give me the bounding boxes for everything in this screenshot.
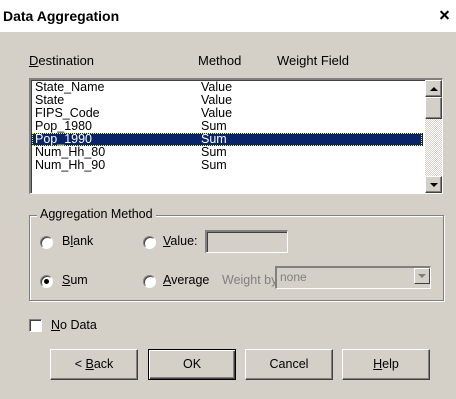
weight-field-header: Weight Field <box>277 53 350 68</box>
scroll-down-button[interactable] <box>425 176 442 193</box>
weight-by-dropdown-button[interactable] <box>414 268 430 284</box>
blank-radio[interactable] <box>40 236 53 249</box>
average-label[interactable]: Average <box>163 273 209 287</box>
ok-button[interactable]: OK <box>148 349 236 380</box>
aggregation-method-label: Aggregation Method <box>37 207 156 221</box>
list-item[interactable]: Num_Hh_90 Sum <box>31 159 423 172</box>
title-bar[interactable]: Data Aggregation <box>0 0 456 32</box>
destination-cell: Num_Hh_90 <box>35 158 106 172</box>
vertical-scrollbar[interactable] <box>425 80 442 193</box>
weight-by-value: none <box>280 270 307 284</box>
no-data-label[interactable]: No Data <box>51 318 97 332</box>
data-aggregation-dialog: Data Aggregation Destination Method Weig… <box>0 0 456 399</box>
help-button[interactable]: Help <box>342 349 430 380</box>
weight-by-label: Weight by: <box>222 273 281 287</box>
sum-label[interactable]: Sum <box>62 273 88 287</box>
arrow-down-icon <box>430 183 438 187</box>
method-header: Method <box>198 53 242 68</box>
value-radio[interactable] <box>143 236 156 249</box>
cancel-button[interactable]: Cancel <box>245 349 333 380</box>
destination-header: Destination <box>29 53 95 68</box>
blank-label[interactable]: Blank <box>62 234 93 248</box>
close-icon[interactable] <box>436 6 452 24</box>
no-data-checkbox[interactable] <box>29 319 42 332</box>
dialog-title: Data Aggregation <box>3 8 120 24</box>
arrow-up-icon <box>430 87 438 91</box>
average-radio[interactable] <box>143 275 156 288</box>
chevron-down-icon <box>418 274 426 278</box>
scroll-up-button[interactable] <box>425 80 442 97</box>
scroll-thumb[interactable] <box>425 97 442 119</box>
back-button[interactable]: < Back <box>50 349 138 380</box>
list-rows: State_Name Value State Value FIPS_Code Value P… <box>31 81 423 172</box>
value-label[interactable]: Value: <box>163 234 198 248</box>
sum-radio[interactable] <box>40 275 53 288</box>
method-cell: Sum <box>201 158 227 172</box>
weight-by-select[interactable]: none <box>275 266 431 289</box>
value-input[interactable] <box>205 230 288 253</box>
destination-listbox[interactable]: State_Name Value State Value FIPS_Code Value P… <box>29 78 443 194</box>
